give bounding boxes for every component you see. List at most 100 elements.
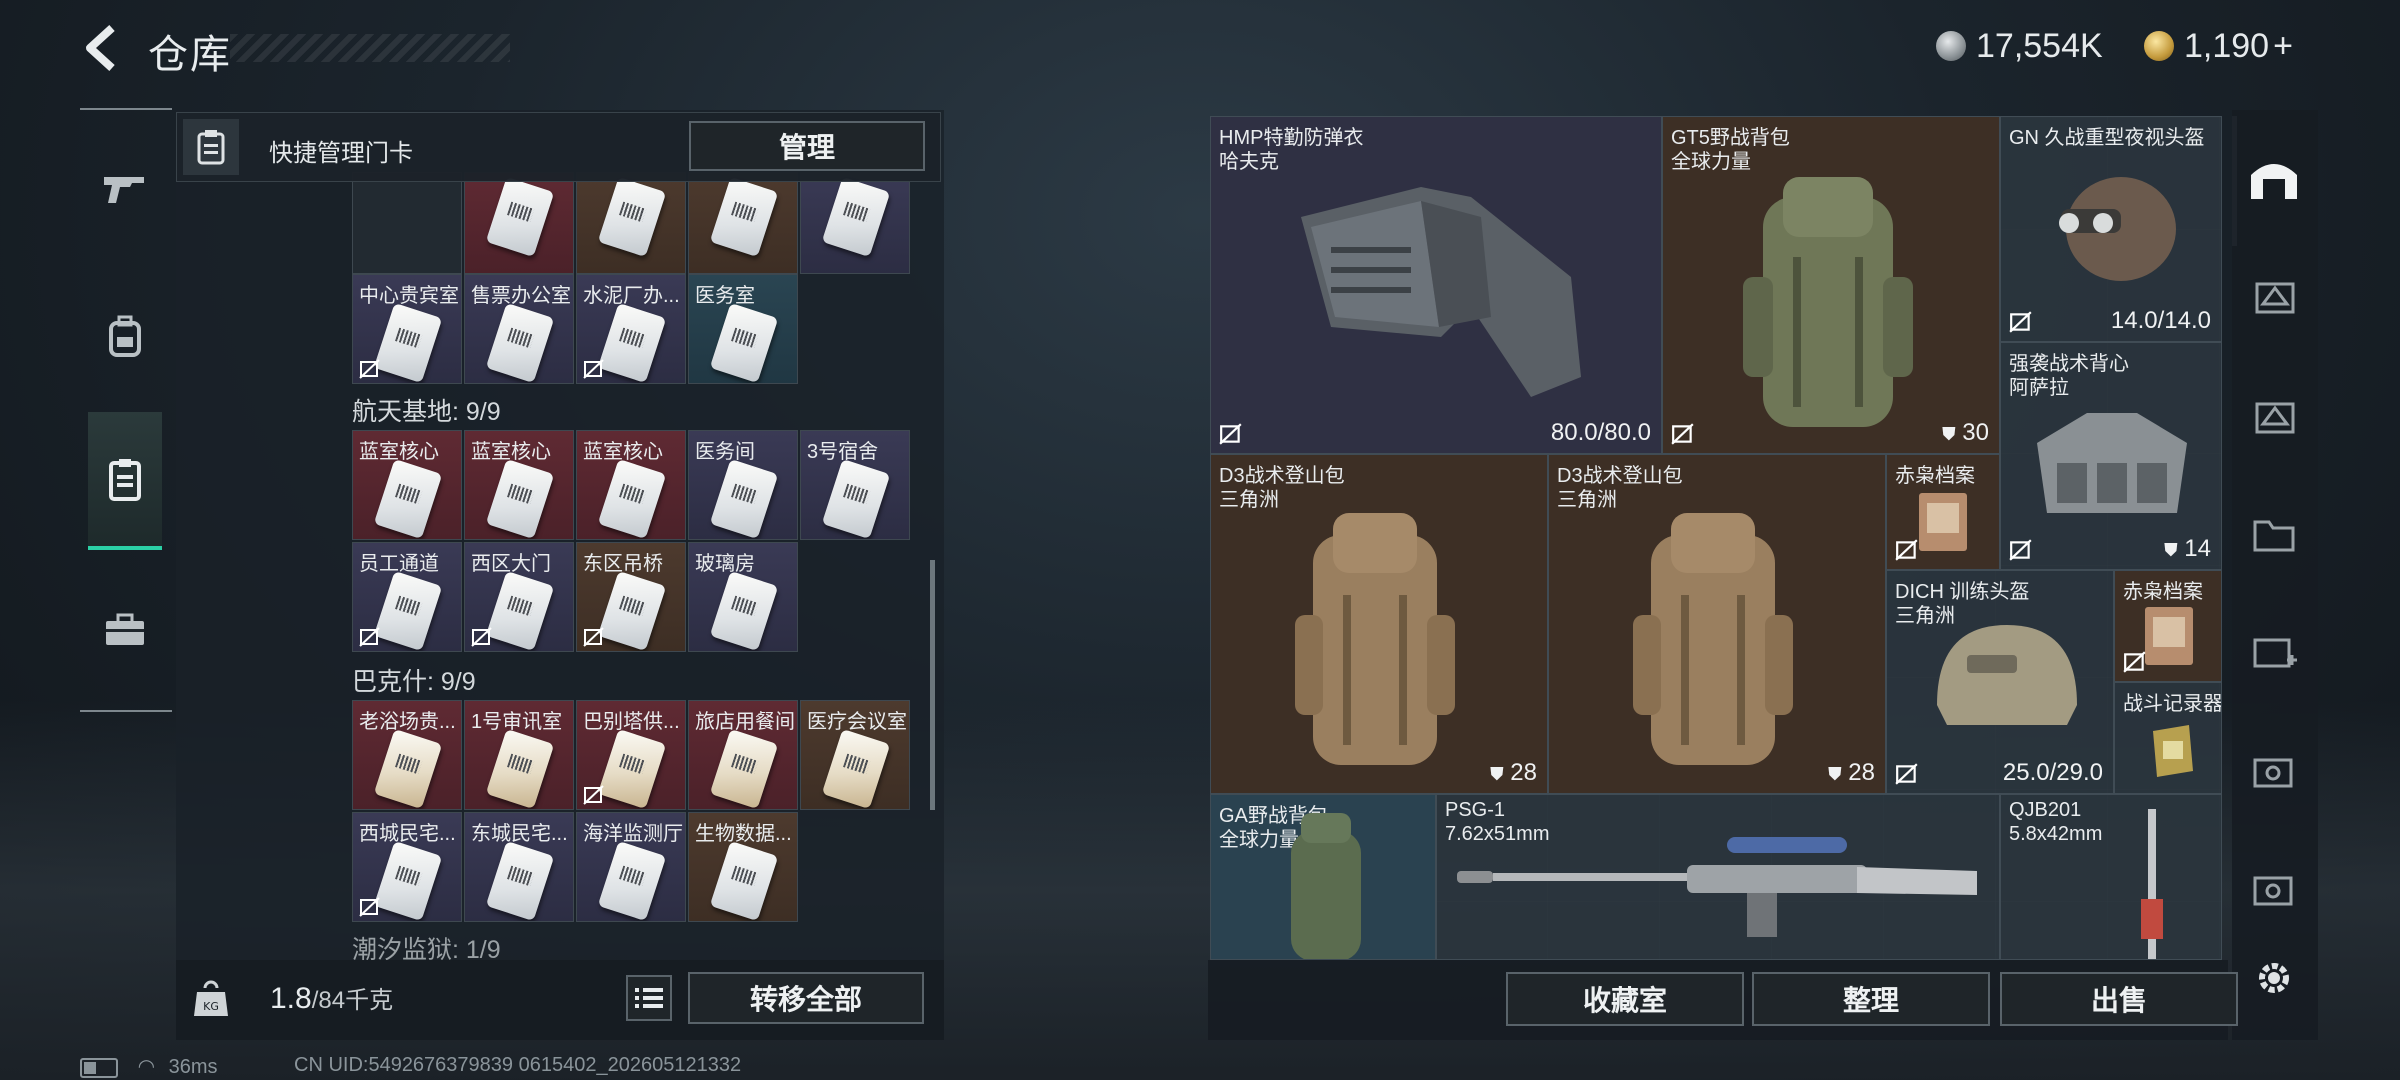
transfer-all-button[interactable]: 转移全部: [688, 972, 924, 1024]
currency-gold-value: 1,190: [2184, 26, 2270, 65]
keycard-slot[interactable]: 西城民宅...: [352, 812, 462, 922]
no-transfer-icon: [1219, 423, 1242, 445]
stash-tab-7[interactable]: [2240, 852, 2308, 928]
item-combat-recorder[interactable]: 战斗记录器: [2114, 682, 2222, 794]
item-gt5-backpack[interactable]: GT5野战背包 全球力量 ⛊ 30: [1662, 116, 2000, 454]
keycard-slot[interactable]: [576, 172, 686, 274]
d3a-capacity: ⛊ 28: [1490, 759, 1537, 786]
keycard-slot[interactable]: 员工通道: [352, 542, 462, 652]
list-view-button[interactable]: [626, 975, 672, 1021]
no-transfer-icon: [583, 627, 604, 647]
nvg-helmet-icon: [2059, 177, 2176, 281]
keycard-slot[interactable]: 东区吊桥: [576, 542, 686, 652]
item-chixiao-file[interactable]: 赤枭档案: [1886, 454, 2000, 570]
add-currency-button[interactable]: +: [2273, 27, 2293, 66]
keycard-slot[interactable]: [800, 172, 910, 274]
backpack-icon: [1743, 177, 1913, 427]
item-dich-helmet[interactable]: DICH 训练头盔 三角洲 25.0/29.0: [1886, 570, 2114, 794]
settings-button[interactable]: [2240, 940, 2308, 1016]
no-transfer-icon: [359, 627, 380, 647]
keycard-slot[interactable]: [352, 172, 462, 274]
weight-icon: KG: [176, 968, 246, 1028]
rail-tools[interactable]: [88, 584, 162, 674]
back-button[interactable]: [78, 22, 126, 74]
item-chixiao-file[interactable]: 赤枭档案: [2114, 570, 2222, 682]
keycard-slot[interactable]: 蓝室核心: [576, 430, 686, 540]
capacity-icon: ⛊: [1490, 764, 1504, 784]
item-psg1-rifle[interactable]: PSG-1 7.62x51mm: [1436, 794, 2000, 960]
no-transfer-icon: [1895, 763, 1918, 785]
keycard-slot[interactable]: 蓝室核心: [352, 430, 462, 540]
briefcase-icon: [106, 613, 144, 645]
keycard-slot[interactable]: 蓝室核心: [464, 430, 574, 540]
keycard-icon: [109, 459, 141, 501]
gun-icon: [104, 177, 144, 203]
armor-vest-icon: [1301, 187, 1581, 397]
page-title: 仓库: [148, 32, 232, 78]
weight-max: /84千克: [311, 987, 394, 1014]
keycard-slot[interactable]: 东城民宅...: [464, 812, 574, 922]
item-ga-backpack[interactable]: GA野战背包 全球力量: [1210, 794, 1436, 960]
keycard-slot[interactable]: 玻璃房: [688, 542, 798, 652]
stash-tab-6[interactable]: [2240, 734, 2308, 810]
add-box-icon: [2253, 638, 2297, 668]
wifi-icon: ◠: [137, 1056, 156, 1078]
stash-tab-3[interactable]: [2240, 378, 2308, 454]
recorder-icon: [2153, 725, 2193, 777]
currency-gold[interactable]: 1,190 +: [2144, 24, 2293, 68]
keycard-scrollbar[interactable]: [930, 560, 935, 810]
d3b-capacity: ⛊ 28: [1828, 759, 1875, 786]
keycard-slot[interactable]: 中心贵宾室: [352, 274, 462, 384]
keycard-slot[interactable]: 海洋监测厅: [576, 812, 686, 922]
sell-button[interactable]: 出售: [2000, 972, 2238, 1026]
svg-text:KG: KG: [203, 1000, 219, 1013]
no-transfer-icon: [2009, 311, 2032, 333]
quick-manage-icon: [183, 119, 239, 175]
keycard-slot[interactable]: 生物数据...: [688, 812, 798, 922]
title-decoration: [230, 34, 510, 62]
rail-weapons[interactable]: [88, 144, 162, 234]
capacity-icon: ⛊: [2164, 540, 2178, 560]
stash-tab-4[interactable]: [2240, 496, 2308, 572]
helmet-icon: [1937, 625, 2077, 725]
keycard-slot[interactable]: [688, 172, 798, 274]
keycard-slot[interactable]: 医务间: [688, 430, 798, 540]
stash-tab-2[interactable]: [2240, 258, 2308, 334]
sort-button[interactable]: 整理: [1752, 972, 1990, 1026]
item-assault-vest[interactable]: 强袭战术背心 阿萨拉 ⛊ 14: [2000, 342, 2222, 570]
rail-gear[interactable]: [88, 292, 162, 382]
item-qjb201[interactable]: QJB201 5.8x42mm: [2000, 794, 2222, 960]
no-transfer-icon: [359, 359, 380, 379]
tactical-vest-icon: [2037, 413, 2187, 513]
warehouse-icon: [2251, 164, 2297, 199]
rail-keycards[interactable]: [88, 412, 162, 550]
keycard-slot[interactable]: 水泥厂办...: [576, 274, 686, 384]
keycard-slot[interactable]: 西区大门: [464, 542, 574, 652]
no-transfer-icon: [2009, 539, 2032, 561]
item-hmp-armor[interactable]: HMP特勤防弹衣 哈夫克 80.0/80.0: [1210, 116, 1662, 454]
keycard-slot[interactable]: 售票办公室: [464, 274, 574, 384]
collection-room-button[interactable]: 收藏室: [1506, 972, 1744, 1026]
weight-display: 1.8/84千克: [270, 980, 393, 1016]
item-nvg-helmet[interactable]: GN 久战重型夜视头盔 14.0/14.0: [2000, 116, 2222, 342]
weight-current: 1.8: [270, 982, 312, 1015]
stash-tab-main[interactable]: [2240, 140, 2308, 216]
keycard-slot[interactable]: [464, 172, 574, 274]
document-icon: [2145, 607, 2193, 665]
stash-tab-5[interactable]: [2240, 614, 2308, 690]
keycard-slot[interactable]: 1号审讯室: [464, 700, 574, 810]
keycard-slot[interactable]: 旅店用餐间: [688, 700, 798, 810]
manage-button[interactable]: 管理: [689, 121, 925, 171]
backpack-icon: [1633, 513, 1793, 765]
nvg-durability: 14.0/14.0: [2110, 307, 2211, 334]
gold-coin-icon: [2144, 31, 2174, 61]
list-icon: [635, 988, 663, 1008]
keycard-slot[interactable]: 老浴场贵...: [352, 700, 462, 810]
keycard-slot[interactable]: 巴别塔供...: [576, 700, 686, 810]
keycard-slot[interactable]: 医疗会议室: [800, 700, 910, 810]
item-d3-backpack[interactable]: D3战术登山包 三角洲 ⛊ 28: [1548, 454, 1886, 794]
no-transfer-icon: [359, 897, 380, 917]
keycard-slot[interactable]: 医务室: [688, 274, 798, 384]
keycard-slot[interactable]: 3号宿舍: [800, 430, 910, 540]
item-d3-backpack[interactable]: D3战术登山包 三角洲 ⛊ 28: [1210, 454, 1548, 794]
